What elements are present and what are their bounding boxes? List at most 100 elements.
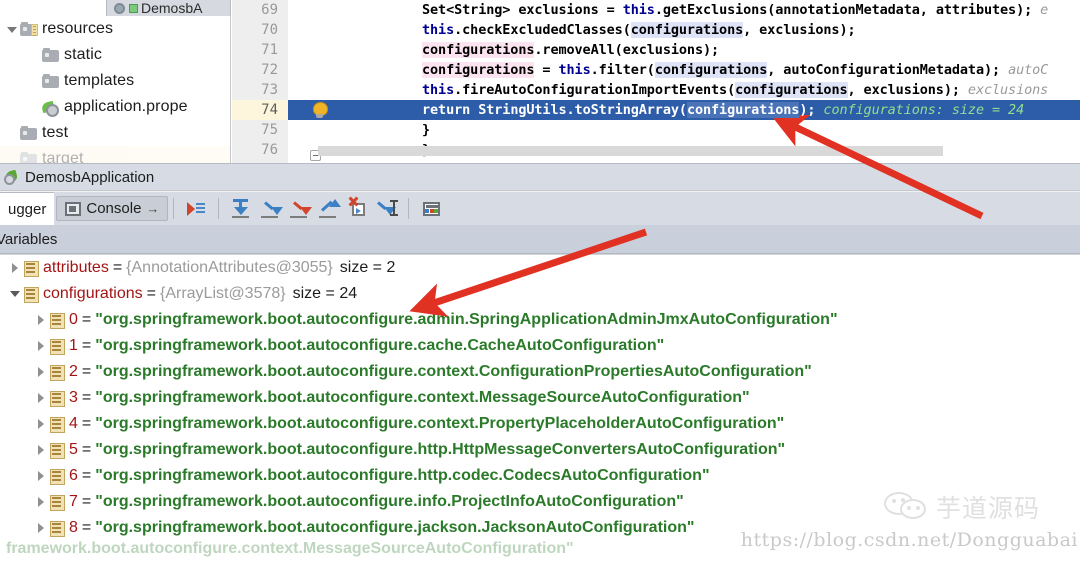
- folder-icon: [20, 126, 37, 140]
- code-line-71[interactable]: 71 configurations.removeAll(exclusions);: [232, 40, 1080, 60]
- tree-item-label: templates: [64, 72, 135, 89]
- line-number: 71: [261, 42, 278, 58]
- equals-sign: =: [112, 259, 123, 276]
- toolbar-separator-1: [173, 198, 175, 219]
- tree-item-label: static: [64, 46, 102, 63]
- variable-row[interactable]: 4 = "org.springframework.boot.autoconfigur…: [0, 411, 1080, 437]
- chevron-right-icon[interactable]: [32, 467, 50, 485]
- tree-item-target[interactable]: target: [0, 146, 230, 163]
- step-out-button[interactable]: [315, 196, 342, 222]
- tree-item-test[interactable]: test: [0, 120, 230, 146]
- tree-item-label: application.prope: [64, 98, 188, 115]
- code-line-72[interactable]: 72 configurations = this.filter(configura…: [232, 60, 1080, 80]
- chevron-right-icon[interactable]: [32, 363, 50, 381]
- inline-debug-hint: configurations: size = 24: [815, 102, 1025, 118]
- console-icon: [65, 201, 82, 216]
- variable-type: {ArrayList@3578}: [159, 285, 286, 302]
- variable-row[interactable]: 6 = "org.springframework.boot.autoconfigur…: [0, 463, 1080, 489]
- pin-tab-icon[interactable]: →: [146, 201, 159, 216]
- inline-debug-hint: autoC: [1000, 62, 1049, 78]
- variable-row[interactable]: attributes = {AnnotationAttributes@3055} si…: [0, 255, 1080, 281]
- chevron-right-icon[interactable]: [32, 519, 50, 537]
- variable-name: 3: [69, 389, 78, 406]
- chevron-down-icon[interactable]: [4, 21, 20, 37]
- tree-item-resources[interactable]: resources: [0, 16, 230, 42]
- variable-name: 1: [69, 337, 78, 354]
- ide-screenshot-root: DemosbA resources static templates applicat…: [0, 0, 1080, 563]
- code-text: configurations = this.filter(configurati…: [422, 62, 1049, 78]
- chevron-down-icon[interactable]: [6, 285, 24, 303]
- variable-row[interactable]: 3 = "org.springframework.boot.autoconfigur…: [0, 385, 1080, 411]
- code-line-74[interactable]: 74 return StringUtils.toStringArray(confi…: [232, 100, 1080, 120]
- watermark-logo: 芋道源码: [884, 487, 1074, 527]
- variable-object-icon: [50, 417, 65, 433]
- variable-name: 5: [69, 441, 78, 458]
- tree-item-static[interactable]: static: [0, 42, 230, 68]
- variable-object-icon: [50, 339, 65, 355]
- editor-bottom-strip: [318, 146, 943, 156]
- line-number: 69: [261, 2, 278, 18]
- green-run-indicator-icon: [129, 4, 138, 13]
- editor-tab[interactable]: DemosbA: [106, 0, 231, 16]
- toolbar-separator-2: [218, 198, 220, 219]
- tab-debugger-label: ugger: [8, 200, 47, 218]
- code-lines: 69 Set<String> exclusions = this.getExclu…: [232, 0, 1080, 160]
- evaluate-expression-button[interactable]: [418, 196, 444, 222]
- project-tree[interactable]: resources static templates application.prop…: [0, 16, 231, 163]
- code-line-70[interactable]: 70 this.checkExcludedClasses(configuratio…: [232, 20, 1080, 40]
- equals-sign: =: [81, 467, 92, 484]
- variable-row[interactable]: configurations = {ArrayList@3578} size = 24: [0, 281, 1080, 307]
- line-number: 75: [261, 122, 278, 138]
- code-line-69[interactable]: 69 Set<String> exclusions = this.getExclu…: [232, 0, 1080, 20]
- chevron-right-icon[interactable]: [32, 311, 50, 329]
- spring-boot-icon: [113, 2, 126, 15]
- folder-icon: [42, 74, 59, 88]
- line-number: 72: [261, 62, 278, 78]
- show-execution-point-button[interactable]: [183, 196, 209, 222]
- run-to-cursor-button[interactable]: [373, 196, 399, 222]
- variable-row[interactable]: 0 = "org.springframework.boot.autoconfigur…: [0, 307, 1080, 333]
- variable-row[interactable]: 2 = "org.springframework.boot.autoconfigur…: [0, 359, 1080, 385]
- folder-icon: [42, 48, 59, 62]
- step-over-button[interactable]: [228, 196, 254, 222]
- chevron-right-icon[interactable]: [32, 441, 50, 459]
- chevron-right-icon[interactable]: [32, 337, 50, 355]
- variable-row[interactable]: 5 = "org.springframework.boot.autoconfigur…: [0, 437, 1080, 463]
- variable-size: size = 24: [292, 285, 358, 302]
- wechat-bubbles-icon: [884, 492, 930, 522]
- drop-frame-button[interactable]: [344, 196, 370, 222]
- variable-value: "org.springframework.boot.autoconfigure.…: [95, 337, 665, 354]
- step-into-button[interactable]: [257, 196, 284, 222]
- force-step-into-button[interactable]: [286, 196, 313, 222]
- tree-item-label: target: [42, 150, 84, 163]
- tree-item-templates[interactable]: templates: [0, 68, 230, 94]
- variable-name: 0: [69, 311, 78, 328]
- variables-label: Variables: [0, 230, 58, 248]
- equals-sign: =: [81, 415, 92, 432]
- debug-tabs-toolbar: ugger Console →: [0, 192, 1080, 225]
- tree-item-application-prope[interactable]: application.prope: [0, 94, 230, 120]
- tab-debugger[interactable]: ugger: [0, 192, 55, 225]
- chevron-right-icon[interactable]: [6, 259, 24, 277]
- equals-sign: =: [81, 363, 92, 380]
- debug-actions-group-1: [179, 192, 213, 225]
- chevron-right-icon[interactable]: [32, 415, 50, 433]
- variable-row[interactable]: 1 = "org.springframework.boot.autoconfigur…: [0, 333, 1080, 359]
- code-line-73[interactable]: 73 this.fireAutoConfigurationImportEvents…: [232, 80, 1080, 100]
- line-number: 74: [261, 102, 278, 118]
- chevron-right-icon[interactable]: [32, 493, 50, 511]
- variable-value: "org.springframework.boot.autoconfigure.…: [95, 389, 750, 406]
- variable-object-icon: [50, 495, 65, 511]
- debug-actions-group-3: [414, 192, 448, 225]
- code-editor[interactable]: 69 Set<String> exclusions = this.getExclu…: [232, 0, 1080, 163]
- variable-value: "org.springframework.boot.autoconfigure.…: [95, 311, 838, 328]
- variable-object-icon: [50, 391, 65, 407]
- intention-bulb-icon[interactable]: [312, 102, 328, 118]
- chevron-right-icon[interactable]: [32, 389, 50, 407]
- code-line-75[interactable]: 75 }: [232, 120, 1080, 140]
- line-number: 76: [261, 142, 278, 158]
- equals-sign: =: [81, 311, 92, 328]
- tab-console[interactable]: Console →: [56, 196, 169, 221]
